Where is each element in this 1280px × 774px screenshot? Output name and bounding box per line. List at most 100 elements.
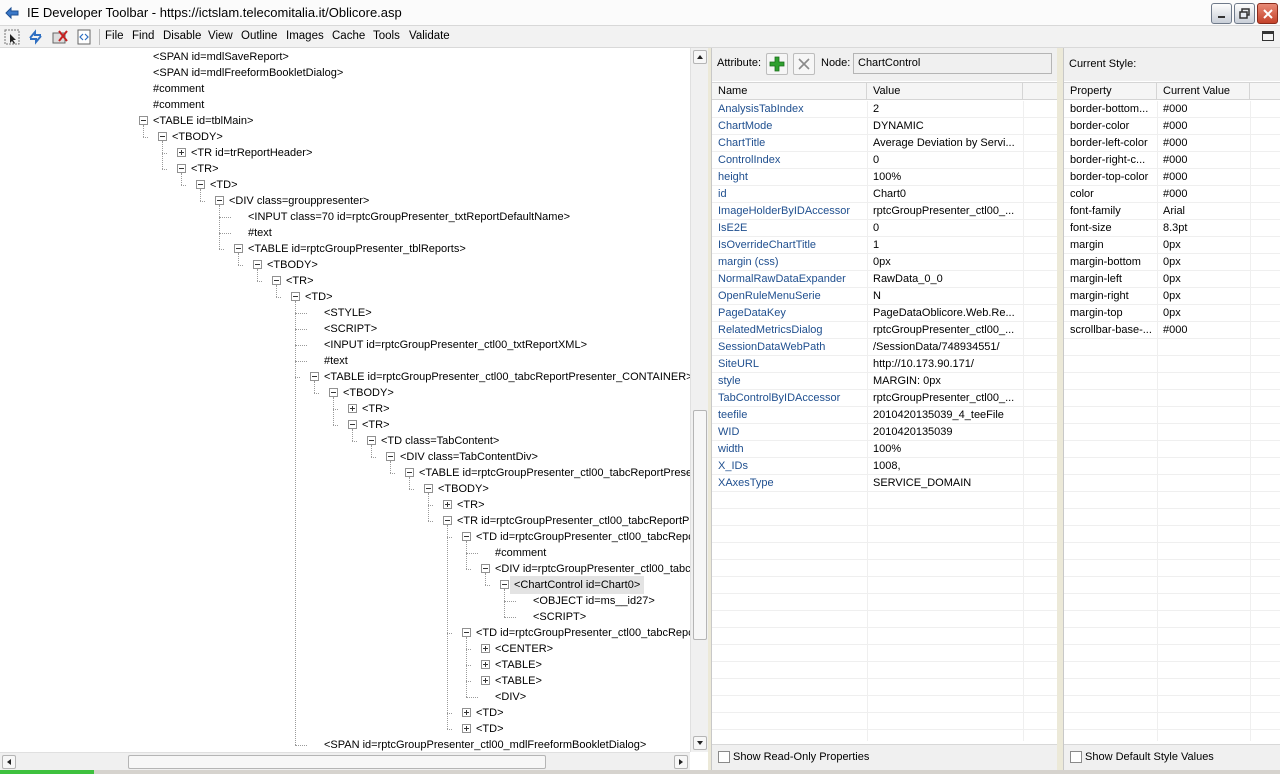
style-value[interactable]: #000 xyxy=(1163,135,1246,152)
tree-node[interactable]: <STYLE> xyxy=(324,305,372,321)
attribute-value[interactable]: 1 xyxy=(873,237,1019,254)
attribute-value[interactable]: 2010420135039_4_teeFile xyxy=(873,407,1019,424)
collapse-icon[interactable] xyxy=(215,196,224,205)
attribute-value[interactable]: 100% xyxy=(873,169,1019,186)
style-value[interactable]: 0px xyxy=(1163,305,1246,322)
collapse-icon[interactable] xyxy=(443,516,452,525)
attribute-value[interactable]: MARGIN: 0px xyxy=(873,373,1019,390)
style-row[interactable]: margin-top 0px xyxy=(1064,305,1280,322)
style-row[interactable]: border-bottom... #000 xyxy=(1064,101,1280,118)
tree-node[interactable]: #text xyxy=(248,225,272,241)
tree-node[interactable]: <TR> xyxy=(191,161,219,177)
collapse-icon[interactable] xyxy=(500,580,509,589)
scroll-down-arrow-icon[interactable] xyxy=(693,736,707,750)
attribute-row[interactable]: ChartMode DYNAMIC xyxy=(712,118,1058,135)
tree-node[interactable]: <TR> xyxy=(457,497,485,513)
attribute-row[interactable]: style MARGIN: 0px xyxy=(712,373,1058,390)
collapse-icon[interactable] xyxy=(462,628,471,637)
attribute-value[interactable]: PageDataOblicore.Web.Re... xyxy=(873,305,1019,322)
tree-node[interactable]: <SPAN id=rptcGroupPresenter_ctl00_mdlFre… xyxy=(324,737,646,752)
tree-node[interactable]: <TBODY> xyxy=(267,257,318,273)
style-row[interactable]: margin-left 0px xyxy=(1064,271,1280,288)
attribute-row[interactable]: IsOverrideChartTitle 1 xyxy=(712,237,1058,254)
attribute-value[interactable]: http://10.173.90.171/ xyxy=(873,356,1019,373)
attribute-value[interactable]: Chart0 xyxy=(873,186,1019,203)
menu-tools[interactable]: Tools xyxy=(373,30,400,42)
tree-node[interactable]: #text xyxy=(324,353,348,369)
collapse-icon[interactable] xyxy=(291,292,300,301)
attribute-value[interactable]: 0 xyxy=(873,220,1019,237)
style-row[interactable]: margin-bottom 0px xyxy=(1064,254,1280,271)
style-value[interactable]: 0px xyxy=(1163,254,1246,271)
attribute-value[interactable]: 100% xyxy=(873,441,1019,458)
attribute-row[interactable]: id Chart0 xyxy=(712,186,1058,203)
attribute-value[interactable]: N xyxy=(873,288,1019,305)
attribute-value[interactable]: 1008, xyxy=(873,458,1019,475)
style-value[interactable]: #000 xyxy=(1163,152,1246,169)
attribute-row[interactable]: XAxesType SERVICE_DOMAIN xyxy=(712,475,1058,492)
expand-icon[interactable] xyxy=(462,724,471,733)
attribute-row[interactable]: ChartTitle Average Deviation by Servi... xyxy=(712,135,1058,152)
tree-node[interactable]: <TABLE> xyxy=(495,673,542,689)
attribute-value[interactable]: SERVICE_DOMAIN xyxy=(873,475,1019,492)
tree-node[interactable]: <TBODY> xyxy=(343,385,394,401)
style-value[interactable]: 0px xyxy=(1163,271,1246,288)
style-row[interactable]: border-color #000 xyxy=(1064,118,1280,135)
attribute-row[interactable]: width 100% xyxy=(712,441,1058,458)
menu-validate[interactable]: Validate xyxy=(409,30,450,42)
tree-node[interactable]: <TABLE id=rptcGroupPresenter_ctl00_tabcR… xyxy=(324,369,690,385)
expand-icon[interactable] xyxy=(481,660,490,669)
collapse-icon[interactable] xyxy=(367,436,376,445)
expand-icon[interactable] xyxy=(177,148,186,157)
collapse-icon[interactable] xyxy=(158,132,167,141)
attribute-row[interactable]: PageDataKey PageDataOblicore.Web.Re... xyxy=(712,305,1058,322)
attribute-value[interactable]: 2 xyxy=(873,101,1019,118)
style-value[interactable]: #000 xyxy=(1163,169,1246,186)
tree-node[interactable]: <SCRIPT> xyxy=(324,321,377,337)
menu-cache[interactable]: Cache xyxy=(332,30,365,42)
attribute-row[interactable]: X_IDs 1008, xyxy=(712,458,1058,475)
attribute-row[interactable]: SiteURL http://10.173.90.171/ xyxy=(712,356,1058,373)
style-row[interactable]: font-size 8.3pt xyxy=(1064,220,1280,237)
collapse-icon[interactable] xyxy=(253,260,262,269)
tree-node[interactable]: <SPAN id=mdlSaveReport> xyxy=(153,49,289,65)
style-row[interactable]: font-family Arial xyxy=(1064,203,1280,220)
horizontal-scroll-thumb[interactable] xyxy=(128,755,546,769)
scroll-left-arrow-icon[interactable] xyxy=(2,755,16,769)
attribute-row[interactable]: margin (css) 0px xyxy=(712,254,1058,271)
refresh-tree-icon[interactable] xyxy=(27,29,45,45)
tree-node[interactable]: <TD> xyxy=(210,177,238,193)
collapse-icon[interactable] xyxy=(177,164,186,173)
attribute-row[interactable]: ControlIndex 0 xyxy=(712,152,1058,169)
collapse-icon[interactable] xyxy=(329,388,338,397)
menu-outline[interactable]: Outline xyxy=(241,30,277,42)
style-row[interactable]: color #000 xyxy=(1064,186,1280,203)
tree-node[interactable]: <TABLE id=rptcGroupPresenter_tblReports> xyxy=(248,241,466,257)
style-value[interactable]: #000 xyxy=(1163,101,1246,118)
tree-node[interactable]: <DIV id=rptcGroupPresenter_ctl00_tabc xyxy=(495,561,690,577)
attribute-value[interactable]: rptcGroupPresenter_ctl00_... xyxy=(873,203,1019,220)
style-value[interactable]: Arial xyxy=(1163,203,1246,220)
tree-node[interactable]: <DIV> xyxy=(495,689,526,705)
attribute-row[interactable]: RelatedMetricsDialog rptcGroupPresenter_c… xyxy=(712,322,1058,339)
tree-node[interactable]: <TABLE> xyxy=(495,657,542,673)
style-value[interactable]: 0px xyxy=(1163,237,1246,254)
style-value[interactable]: 0px xyxy=(1163,288,1246,305)
tree-node[interactable]: <TR id=rptcGroupPresenter_ctl00_tabcRepo… xyxy=(457,513,690,529)
collapse-icon[interactable] xyxy=(348,420,357,429)
property-column-header[interactable]: Property xyxy=(1064,83,1157,100)
collapse-icon[interactable] xyxy=(424,484,433,493)
collapse-icon[interactable] xyxy=(386,452,395,461)
style-value[interactable]: 8.3pt xyxy=(1163,220,1246,237)
style-value[interactable]: #000 xyxy=(1163,322,1246,339)
menu-file[interactable]: File xyxy=(105,30,124,42)
tree-node[interactable]: #comment xyxy=(153,97,204,113)
expand-icon[interactable] xyxy=(348,404,357,413)
maximize-button[interactable] xyxy=(1234,3,1255,24)
tree-node[interactable]: <TD id=rptcGroupPresenter_ctl00_tabcRepc xyxy=(476,529,690,545)
collapse-icon[interactable] xyxy=(462,532,471,541)
attribute-value[interactable]: /SessionData/748934551/ xyxy=(873,339,1019,356)
tree-node[interactable]: <TBODY> xyxy=(172,129,223,145)
tree-node[interactable]: <TR> xyxy=(286,273,314,289)
tree-node[interactable]: <TD> xyxy=(476,721,504,737)
